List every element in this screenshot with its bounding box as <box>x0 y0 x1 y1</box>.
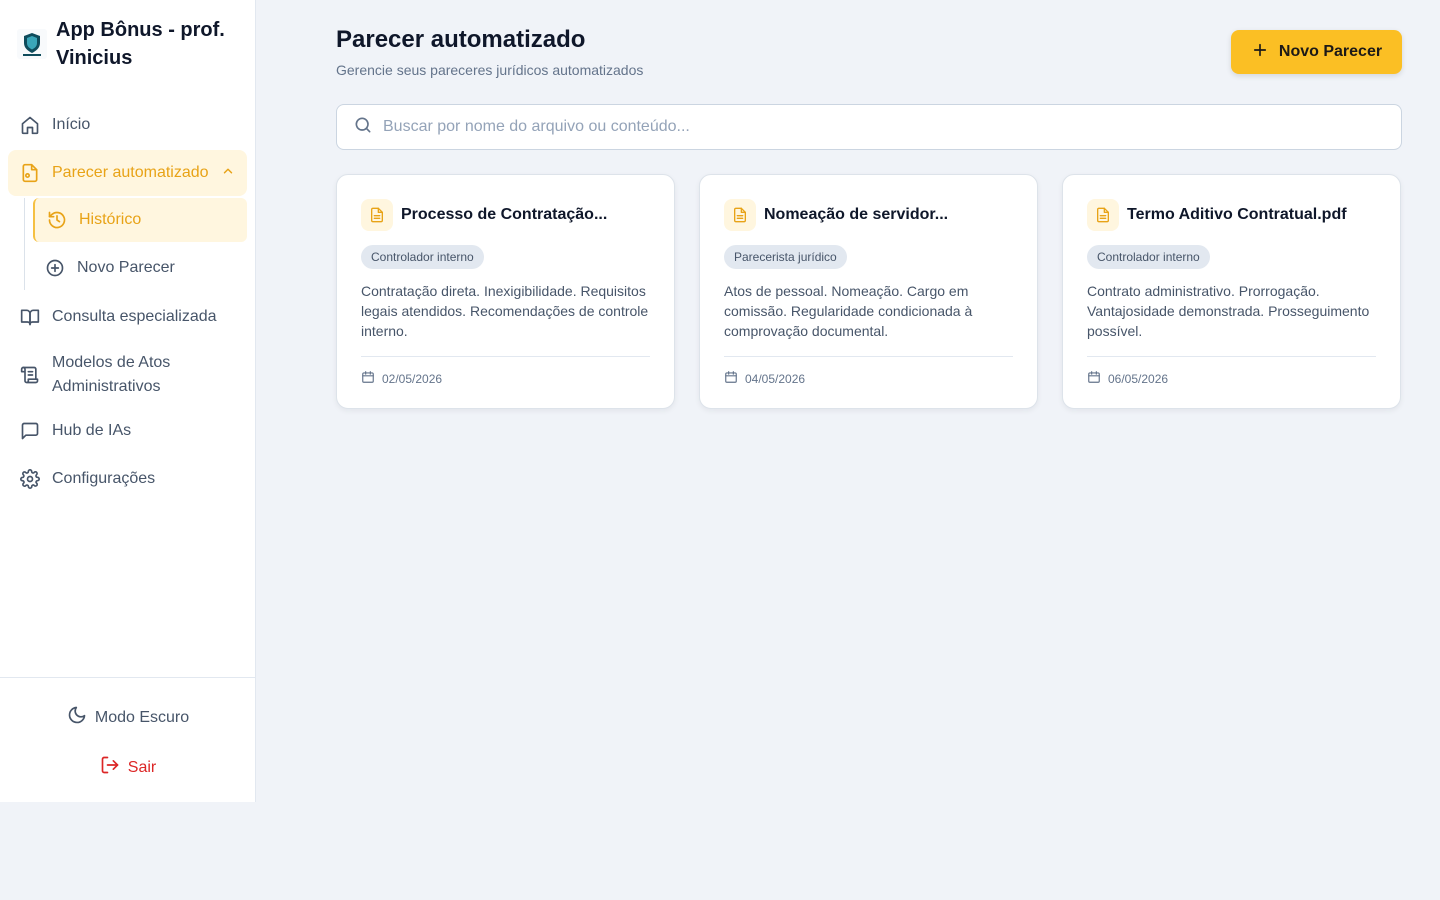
app-logo <box>16 28 48 60</box>
calendar-icon <box>1087 370 1101 387</box>
card-footer: 04/05/2026 <box>724 356 1013 387</box>
brand[interactable]: App Bônus - prof. Vinicius <box>16 16 246 72</box>
logout-button[interactable]: Sair <box>0 755 256 780</box>
sidebar-item-label: Consulta especializada <box>52 308 217 325</box>
role-badge: Parecerista jurídico <box>724 245 847 269</box>
new-parecer-button[interactable]: Novo Parecer <box>1231 30 1402 74</box>
card-title: Processo de Contratação... <box>401 206 608 223</box>
page-title: Parecer automatizado <box>336 26 586 53</box>
moon-icon <box>67 705 87 730</box>
sidebar-item-modelos-atos[interactable]: Modelos de Atos Administrativos <box>8 342 247 406</box>
sidebar-footer: Modo Escuro Sair <box>0 677 256 802</box>
card-date: 04/05/2026 <box>745 371 806 386</box>
document-icon <box>361 199 393 231</box>
book-icon <box>20 307 40 327</box>
role-badge: Controlador interno <box>361 245 484 269</box>
sidebar-item-label: Parecer automatizado <box>52 164 209 181</box>
sidebar-nav: Início Parecer automatizado Histórico No… <box>8 102 247 504</box>
card-footer: 02/05/2026 <box>361 356 650 387</box>
calendar-icon <box>361 370 375 387</box>
card-title: Nomeação de servidor... <box>764 206 949 223</box>
sidebar-subitem-historico[interactable]: Histórico <box>33 198 247 242</box>
card-description: Contrato administrativo. Prorrogação. Va… <box>1087 283 1370 339</box>
card-footer: 06/05/2026 <box>1087 356 1376 387</box>
sidebar-subnav: Histórico Novo Parecer <box>24 198 247 290</box>
file-icon <box>20 163 40 183</box>
sidebar-item-label: Histórico <box>79 211 142 228</box>
parecer-card[interactable]: Termo Aditivo Contratual.pdf Controlador… <box>1062 174 1401 409</box>
home-icon <box>20 115 40 135</box>
logout-icon <box>100 755 120 780</box>
sidebar-item-label: Novo Parecer <box>77 259 175 276</box>
role-badge: Controlador interno <box>1087 245 1210 269</box>
parecer-card-list: Processo de Contratação... Controlador i… <box>336 174 1401 409</box>
logout-label: Sair <box>127 758 157 776</box>
sidebar-item-configuracoes[interactable]: Configurações <box>8 456 247 502</box>
main-content: Parecer automatizado Gerencie seus parec… <box>336 0 1402 900</box>
document-icon <box>724 199 756 231</box>
card-date: 02/05/2026 <box>382 371 443 386</box>
sidebar-item-hub-ias[interactable]: Hub de IAs <box>8 408 247 454</box>
sidebar-item-parecer-automatizado[interactable]: Parecer automatizado <box>8 150 247 196</box>
card-description: Atos de pessoal. Nomeação. Cargo em comi… <box>724 283 973 339</box>
sidebar-subitem-novo-parecer[interactable]: Novo Parecer <box>33 246 247 290</box>
dark-mode-toggle[interactable]: Modo Escuro <box>0 705 256 730</box>
card-date: 06/05/2026 <box>1108 371 1169 386</box>
search-icon <box>353 115 373 140</box>
history-icon <box>47 210 67 230</box>
sidebar-item-consulta-especializada[interactable]: Consulta especializada <box>8 294 247 340</box>
search-bar <box>336 104 1402 150</box>
plus-icon <box>1251 41 1269 64</box>
new-parecer-label: Novo Parecer <box>1278 43 1383 60</box>
calendar-icon <box>724 370 738 387</box>
sidebar-item-inicio[interactable]: Início <box>8 102 247 148</box>
sidebar: App Bônus - prof. Vinicius Início Parece… <box>0 0 256 802</box>
sidebar-item-label: Hub de IAs <box>52 422 132 439</box>
gear-icon <box>20 469 40 489</box>
sidebar-item-label: Início <box>52 116 91 133</box>
message-icon <box>20 421 40 441</box>
scroll-icon <box>20 365 40 385</box>
document-icon <box>1087 199 1119 231</box>
page-subtitle: Gerencie seus pareceres jurídicos automa… <box>336 62 644 78</box>
card-title: Termo Aditivo Contratual.pdf <box>1127 206 1347 223</box>
parecer-card[interactable]: Nomeação de servidor... Parecerista jurí… <box>699 174 1038 409</box>
app-title: App Bônus - prof. Vinicius <box>56 19 225 69</box>
dark-mode-label: Modo Escuro <box>94 708 190 726</box>
sidebar-item-label: Configurações <box>52 470 156 487</box>
parecer-card[interactable]: Processo de Contratação... Controlador i… <box>336 174 675 409</box>
sidebar-item-label: Modelos de Atos Administrativos <box>52 354 171 395</box>
search-input[interactable] <box>383 118 1373 136</box>
chevron-up-icon[interactable] <box>221 164 235 183</box>
plus-circle-icon <box>45 258 65 278</box>
card-description: Contratação direta. Inexigibilidade. Req… <box>361 283 649 339</box>
